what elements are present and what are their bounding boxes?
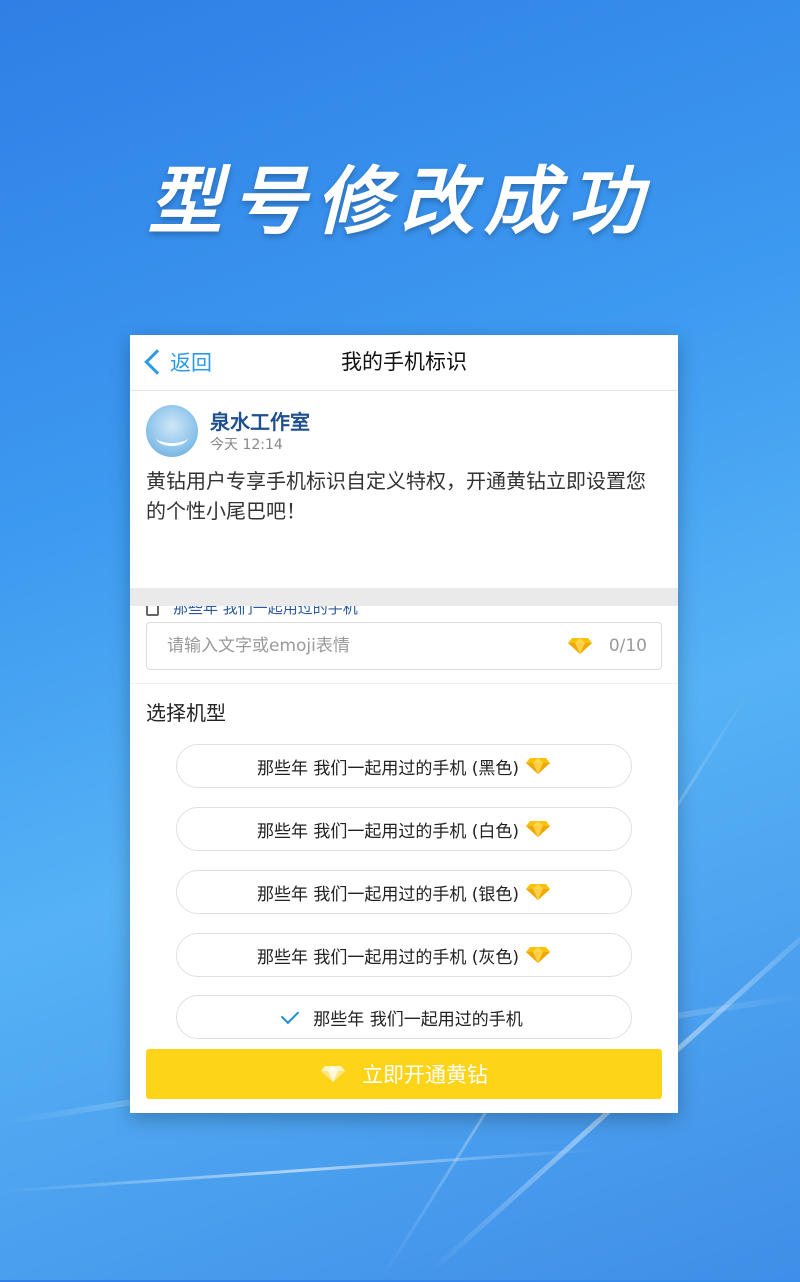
input-placeholder: 请输入文字或emoji表情 bbox=[167, 636, 350, 656]
model-option-label: 那些年 我们一起用过的手机 (白色) bbox=[256, 821, 520, 842]
diamond-icon bbox=[321, 1066, 345, 1082]
model-option-label: 那些年 我们一起用过的手机 (灰色) bbox=[256, 947, 520, 968]
custom-text-input[interactable]: 请输入文字或emoji表情 0/10 bbox=[146, 622, 662, 670]
model-option-selected[interactable]: 那些年 我们一起用过的手机 bbox=[176, 995, 632, 1039]
avatar-wave-icon bbox=[156, 429, 188, 446]
model-option-label: 那些年 我们一起用过的手机 (黑色) bbox=[256, 758, 520, 779]
model-option-label: 那些年 我们一起用过的手机 bbox=[313, 1009, 523, 1030]
diamond-icon bbox=[567, 637, 593, 659]
char-counter: 0/10 bbox=[608, 636, 647, 656]
headline: 型号修改成功 bbox=[148, 159, 652, 245]
post-author[interactable]: 泉水工作室 bbox=[210, 406, 310, 435]
post-text: 黄钻用户专享手机标识自定义特权，开通黄钻立即设置您的个性小尾巴吧！ bbox=[146, 469, 646, 523]
open-vip-label: 立即开通黄钻 bbox=[362, 1063, 488, 1087]
model-option[interactable]: 那些年 我们一起用过的手机 (灰色) bbox=[176, 933, 632, 977]
background-streak bbox=[0, 1148, 599, 1193]
title-bar: 返回 我的手机标识 bbox=[130, 335, 678, 391]
model-option[interactable]: 那些年 我们一起用过的手机 (白色) bbox=[176, 807, 632, 851]
divider bbox=[130, 683, 678, 684]
diamond-icon bbox=[526, 758, 551, 774]
open-vip-button[interactable]: 立即开通黄钻 bbox=[146, 1049, 662, 1099]
model-option[interactable]: 那些年 我们一起用过的手机 (黑色) bbox=[176, 744, 632, 788]
checkmark-icon bbox=[281, 1005, 300, 1024]
avatar[interactable] bbox=[146, 405, 198, 457]
model-option[interactable]: 那些年 我们一起用过的手机 (银色) bbox=[176, 870, 632, 914]
page-title: 我的手机标识 bbox=[341, 350, 467, 374]
section-title: 选择机型 bbox=[146, 701, 226, 725]
section-gap bbox=[130, 588, 678, 606]
post-time: 今天 12:14 bbox=[210, 437, 283, 453]
post: 泉水工作室 今天 12:14 黄钻用户专享手机标识自定义特权，开通黄钻立即设置您… bbox=[130, 391, 678, 617]
phone-screen-card: 返回 我的手机标识 泉水工作室 今天 12:14 黄钻用户专享手机标识自定义特权… bbox=[130, 335, 678, 1113]
diamond-icon bbox=[526, 821, 551, 837]
model-option-label: 那些年 我们一起用过的手机 (银色) bbox=[256, 884, 520, 905]
diamond-icon bbox=[526, 884, 551, 900]
diamond-icon bbox=[526, 947, 551, 963]
